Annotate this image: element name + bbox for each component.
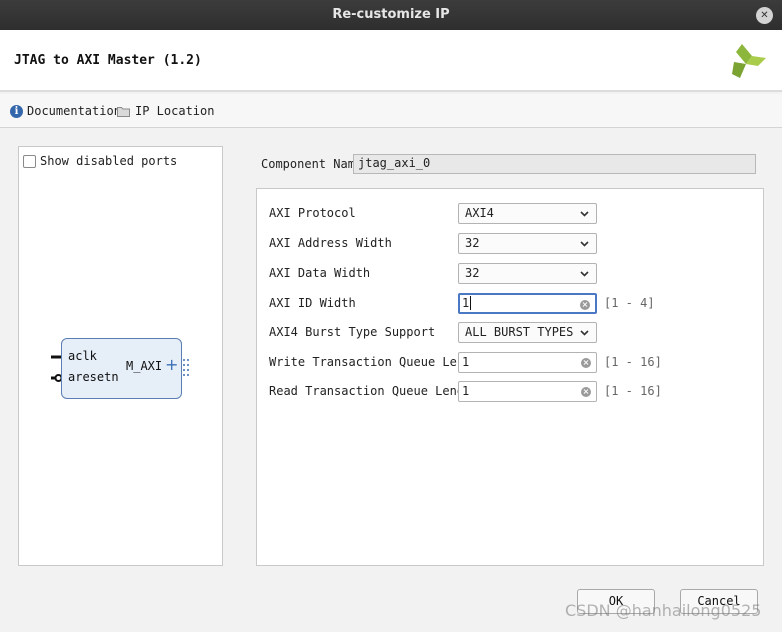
chevron-down-icon (580, 330, 589, 336)
param-label: AXI Data Width (269, 266, 371, 280)
param-row-burst-type: AXI4 Burst Type Support ALL BURST TYPES (257, 322, 765, 344)
param-row-data-width: AXI Data Width 32 (257, 263, 765, 285)
documentation-button[interactable]: i Documentation (10, 104, 121, 118)
folder-icon (117, 106, 130, 117)
axi-protocol-select[interactable]: AXI4 (458, 203, 597, 224)
port-aclk: aclk (68, 349, 97, 363)
window-titlebar: Re-customize IP ✕ (0, 0, 782, 30)
select-value: 32 (465, 266, 480, 280)
show-disabled-ports-label: Show disabled ports (40, 154, 178, 168)
id-width-input[interactable]: 1 × (458, 293, 597, 314)
text-cursor (470, 296, 472, 310)
expand-plus-icon[interactable]: + (165, 355, 178, 374)
symbol-panel: Show disabled ports aclk aresetn M_AXI + (18, 146, 223, 566)
param-label: AXI Address Width (269, 236, 392, 250)
param-label: Read Transaction Queue Length (269, 384, 479, 398)
param-label: AXI4 Burst Type Support (269, 325, 436, 339)
range-hint: [1 - 16] (604, 355, 662, 369)
param-row-address-width: AXI Address Width 32 (257, 233, 765, 255)
param-row-axi-protocol: AXI Protocol AXI4 (257, 203, 765, 225)
param-label: Write Transaction Queue Length (269, 355, 486, 369)
param-row-write-queue: Write Transaction Queue Length 1 × [1 - … (257, 352, 765, 374)
port-aresetn: aresetn (68, 370, 119, 384)
write-queue-input[interactable]: 1 × (458, 352, 597, 373)
ip-header: JTAG to AXI Master (1.2) (0, 30, 782, 92)
select-value: 32 (465, 236, 480, 250)
select-value: ALL BURST TYPES (465, 325, 574, 339)
input-value: 1 (462, 384, 470, 398)
watermark: CSDN @hanhailong0525 (565, 601, 762, 620)
clear-icon[interactable]: × (581, 387, 591, 397)
param-label: AXI ID Width (269, 296, 356, 310)
param-label: AXI Protocol (269, 206, 356, 220)
range-hint: [1 - 16] (604, 384, 662, 398)
ip-location-button[interactable]: IP Location (117, 104, 214, 118)
ip-location-label: IP Location (135, 104, 215, 118)
clear-icon[interactable]: × (580, 300, 590, 310)
data-width-select[interactable]: 32 (458, 263, 597, 284)
param-row-read-queue: Read Transaction Queue Length 1 × [1 - 1… (257, 381, 765, 403)
chevron-down-icon (580, 271, 589, 277)
ip-title: JTAG to AXI Master (1.2) (14, 53, 202, 68)
burst-type-select[interactable]: ALL BURST TYPES (458, 322, 597, 343)
input-value: 1 (462, 355, 470, 369)
close-icon[interactable]: ✕ (756, 7, 773, 24)
input-value: 1 (462, 296, 470, 310)
bus-interface-icon (183, 359, 189, 376)
component-name-input[interactable]: jtag_axi_0 (353, 154, 756, 174)
read-queue-input[interactable]: 1 × (458, 381, 597, 402)
chevron-down-icon (580, 241, 589, 247)
documentation-label: Documentation (27, 104, 121, 118)
ip-block[interactable]: aclk aresetn M_AXI + (61, 338, 182, 399)
select-value: AXI4 (465, 206, 494, 220)
clear-icon[interactable]: × (581, 358, 591, 368)
toolbar: i Documentation IP Location (0, 94, 782, 128)
checkbox-box[interactable] (23, 154, 36, 168)
info-icon: i (10, 104, 23, 118)
range-hint: [1 - 4] (604, 296, 655, 310)
xilinx-logo-icon (732, 44, 766, 78)
show-disabled-ports-checkbox[interactable]: Show disabled ports (23, 154, 177, 168)
window-title: Re-customize IP (332, 7, 450, 22)
port-m-axi: M_AXI (126, 359, 163, 373)
component-name-label: Component Name (261, 157, 363, 171)
param-row-id-width: AXI ID Width 1 × [1 - 4] (257, 293, 765, 315)
parameters-panel: AXI Protocol AXI4 AXI Address Width 32 A… (256, 188, 764, 566)
address-width-select[interactable]: 32 (458, 233, 597, 254)
chevron-down-icon (580, 211, 589, 217)
